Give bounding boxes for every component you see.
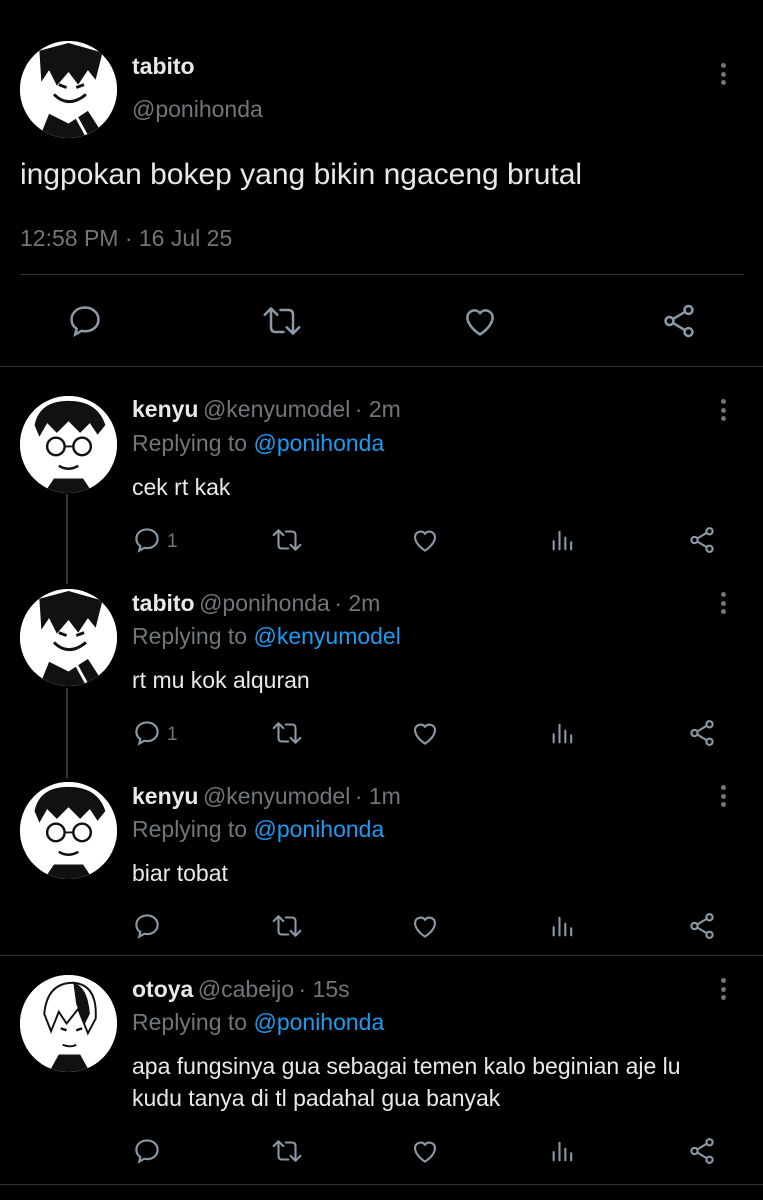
share-icon[interactable] (660, 302, 698, 340)
author-name[interactable]: kenyu (132, 396, 198, 422)
author-handle[interactable]: @ponihonda (199, 590, 330, 616)
reply-time: · 2m (354, 396, 401, 422)
thread-line (66, 494, 68, 584)
avatar[interactable] (20, 41, 117, 138)
author-handle[interactable]: @ponihonda (132, 96, 263, 123)
divider (0, 955, 763, 956)
like-icon[interactable] (410, 525, 440, 555)
reply-text-line-1: apa fungsinya gua sebagai temen kalo beg… (132, 1053, 681, 1079)
replying-to: Replying to @ponihonda (132, 1009, 384, 1036)
mention-link[interactable]: @ponihonda (253, 430, 384, 456)
like-icon[interactable] (410, 718, 440, 748)
views-icon[interactable] (549, 911, 577, 941)
avatar-otoya-image (20, 975, 117, 1072)
author-handle[interactable]: @kenyumodel (203, 396, 350, 422)
avatar[interactable] (20, 589, 117, 686)
replying-to-label: Replying to (132, 816, 254, 842)
avatar[interactable] (20, 782, 117, 879)
replying-to: Replying to @kenyumodel (132, 623, 401, 650)
avatar[interactable] (20, 396, 117, 493)
divider (0, 366, 763, 367)
reply-text: rt mu kok alquran (132, 667, 310, 693)
reply-icon[interactable] (132, 525, 162, 555)
thread-line (66, 688, 68, 778)
reply-text: biar tobat (132, 860, 228, 886)
author-name[interactable]: tabito (132, 590, 195, 616)
reply-icon[interactable] (66, 302, 104, 340)
avatar-kenyu-image (20, 396, 117, 493)
views-icon[interactable] (549, 718, 577, 748)
share-icon[interactable] (687, 525, 717, 555)
share-icon[interactable] (687, 1136, 717, 1166)
divider (20, 274, 744, 275)
replying-to-label: Replying to (132, 1009, 254, 1035)
reply-header: kenyu @kenyumodel · 1m (132, 783, 401, 810)
reply-icon[interactable] (132, 718, 162, 748)
reply-text: cek rt kak (132, 474, 231, 500)
reply-count: 1 (167, 531, 178, 552)
mention-link[interactable]: @ponihonda (253, 816, 384, 842)
replying-to: Replying to @ponihonda (132, 816, 384, 843)
author-name[interactable]: otoya (132, 976, 193, 1002)
retweet-icon[interactable] (260, 302, 304, 340)
more-options-icon[interactable] (713, 396, 733, 424)
author-handle[interactable]: @kenyumodel (203, 783, 350, 809)
replying-to: Replying to @ponihonda (132, 430, 384, 457)
like-icon[interactable] (461, 302, 499, 340)
share-icon[interactable] (687, 718, 717, 748)
retweet-icon[interactable] (270, 718, 304, 748)
more-options-icon[interactable] (713, 589, 733, 617)
mention-link[interactable]: @kenyumodel (253, 623, 400, 649)
reply-icon[interactable] (132, 911, 162, 941)
reply-time: · 15s (298, 976, 350, 1002)
views-icon[interactable] (549, 1136, 577, 1166)
tweet-text: ingpokan bokep yang bikin ngaceng brutal (20, 158, 583, 191)
author-name[interactable]: tabito (132, 53, 195, 80)
reply-count: 1 (167, 724, 178, 745)
like-icon[interactable] (410, 911, 440, 941)
views-icon[interactable] (549, 525, 577, 555)
avatar[interactable] (20, 975, 117, 1072)
avatar-tabito-image (20, 589, 117, 686)
author-name[interactable]: kenyu (132, 783, 198, 809)
like-icon[interactable] (410, 1136, 440, 1166)
replying-to-label: Replying to (132, 430, 254, 456)
avatar-kenyu-image (20, 782, 117, 879)
replying-to-label: Replying to (132, 623, 254, 649)
reply-text-line-2: kudu tanya di tl padahal gua banyak (132, 1085, 501, 1111)
reply-icon[interactable] (132, 1136, 162, 1166)
mention-link[interactable]: @ponihonda (253, 1009, 384, 1035)
more-options-icon[interactable] (713, 975, 733, 1003)
divider (0, 1184, 763, 1185)
reply-time: · 2m (334, 590, 381, 616)
reply-header: tabito @ponihonda · 2m (132, 590, 380, 617)
reply-header: otoya @cabeijo · 15s (132, 976, 350, 1003)
tweet-timestamp[interactable]: 12:58 PM · 16 Jul 25 (20, 225, 232, 252)
share-icon[interactable] (687, 911, 717, 941)
retweet-icon[interactable] (270, 1136, 304, 1166)
reply-header: kenyu @kenyumodel · 2m (132, 396, 401, 423)
author-handle[interactable]: @cabeijo (198, 976, 294, 1002)
avatar-tabito-image (20, 41, 117, 138)
reply-time: · 1m (354, 783, 401, 809)
more-options-icon[interactable] (713, 60, 733, 88)
more-options-icon[interactable] (713, 782, 733, 810)
retweet-icon[interactable] (270, 911, 304, 941)
retweet-icon[interactable] (270, 525, 304, 555)
